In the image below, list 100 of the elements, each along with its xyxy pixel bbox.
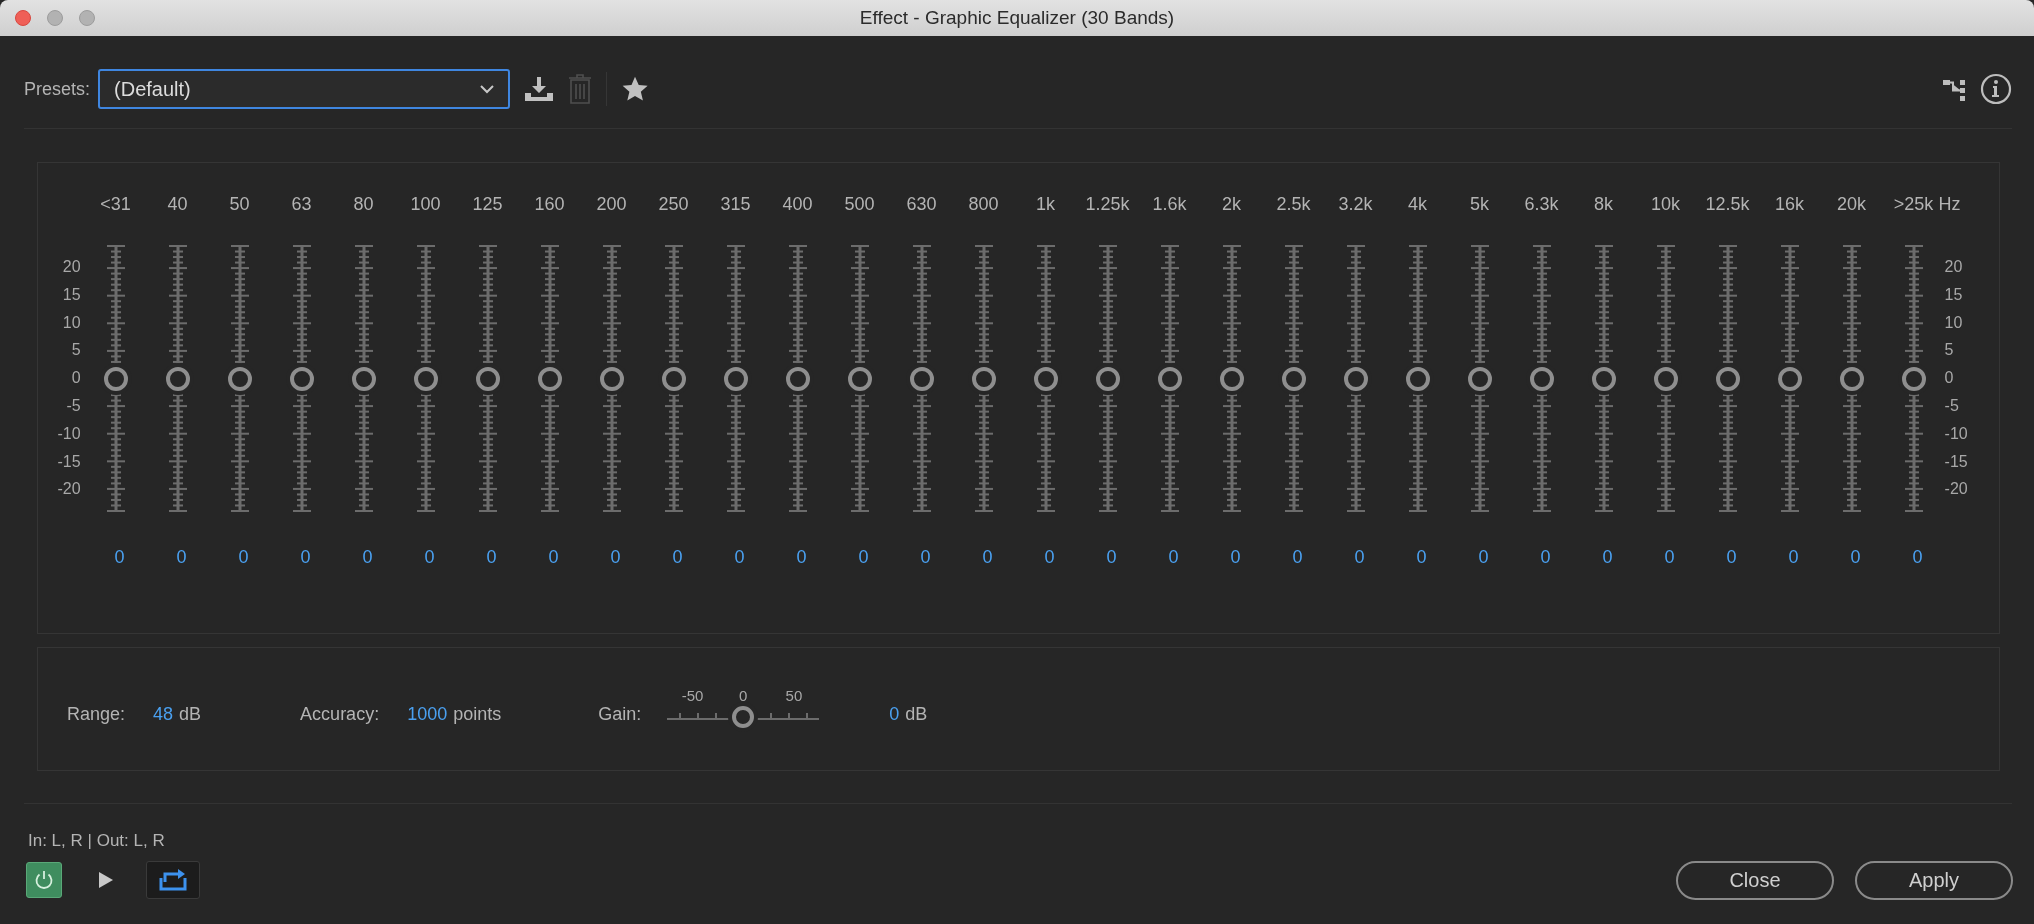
band-value[interactable]: 0	[1638, 545, 1701, 569]
slider-thumb[interactable]	[1033, 366, 1058, 391]
slider-thumb[interactable]	[1405, 366, 1430, 391]
band-value[interactable]: 0	[398, 545, 461, 569]
routing-text: In: L, R | Out: L, R	[28, 830, 166, 852]
slider-thumb[interactable]	[1467, 366, 1492, 391]
band-value[interactable]: 0	[1142, 545, 1205, 569]
band-value[interactable]: 0	[894, 545, 957, 569]
band-value[interactable]: 0	[708, 545, 771, 569]
band-label: 500	[843, 193, 876, 216]
band-value[interactable]: 0	[1514, 545, 1577, 569]
scale-label: -10	[57, 423, 81, 444]
gain-unit: dB	[905, 703, 928, 725]
close-button[interactable]	[15, 10, 31, 26]
slider-thumb[interactable]	[1281, 366, 1306, 391]
accuracy-value[interactable]: 1000	[407, 703, 448, 725]
band-label: 315	[719, 193, 752, 216]
unit-label: Hz	[1938, 193, 1961, 216]
play-button[interactable]	[98, 871, 114, 889]
scale-label: 10	[62, 312, 81, 333]
slider-thumb[interactable]	[289, 366, 314, 391]
band-value[interactable]: 0	[522, 545, 585, 569]
slider-thumb[interactable]	[1343, 366, 1368, 391]
slider-thumb[interactable]	[723, 366, 748, 391]
band-value[interactable]: 0	[1204, 545, 1267, 569]
band-value[interactable]: 0	[1886, 545, 1949, 569]
band-value[interactable]: 0	[1266, 545, 1329, 569]
slider-thumb[interactable]	[971, 366, 996, 391]
scale-label: 0	[71, 368, 81, 389]
slider-thumb[interactable]	[1219, 366, 1244, 391]
scale-label: 0	[1944, 368, 1954, 389]
band-value[interactable]: 0	[1762, 545, 1825, 569]
info-icon[interactable]	[1980, 73, 2012, 105]
band-value[interactable]: 0	[770, 545, 833, 569]
close-button[interactable]: Close	[1676, 860, 1834, 900]
slider-thumb[interactable]	[1157, 366, 1182, 391]
band-value[interactable]: 0	[150, 545, 213, 569]
slider-thumb[interactable]	[351, 366, 376, 391]
slider-thumb[interactable]	[227, 366, 252, 391]
range-label: Range:	[67, 703, 126, 725]
band-value[interactable]: 0	[88, 545, 151, 569]
apply-button[interactable]: Apply	[1855, 860, 2013, 900]
slider-thumb[interactable]	[1839, 366, 1864, 391]
slider-thumb[interactable]	[785, 366, 810, 391]
loop-button[interactable]	[146, 861, 200, 899]
range-value[interactable]: 48	[153, 703, 174, 725]
band-label: 5k	[1469, 193, 1491, 216]
band-value[interactable]: 0	[336, 545, 399, 569]
favorite-button[interactable]	[621, 75, 650, 103]
gain-label: Gain:	[598, 703, 642, 725]
band-value[interactable]: 0	[1390, 545, 1453, 569]
accuracy-unit: points	[453, 703, 502, 725]
slider-thumb[interactable]	[661, 366, 686, 391]
slider-thumb[interactable]	[1777, 366, 1802, 391]
slider-thumb[interactable]	[1095, 366, 1120, 391]
band-value[interactable]: 0	[646, 545, 709, 569]
band-label: 160	[533, 193, 566, 216]
power-button[interactable]	[26, 862, 62, 898]
slider-thumb[interactable]	[847, 366, 872, 391]
slider-thumb[interactable]	[475, 366, 500, 391]
slider-thumb[interactable]	[537, 366, 562, 391]
scale-label: 15	[1944, 284, 1963, 305]
signal-flow-icon[interactable]	[1942, 77, 1966, 101]
band-value[interactable]: 0	[584, 545, 647, 569]
band-value[interactable]: 0	[274, 545, 337, 569]
band-value[interactable]: 0	[1824, 545, 1887, 569]
scale-label: -10	[1944, 423, 1968, 444]
slider-thumb[interactable]	[732, 706, 755, 728]
slider-thumb[interactable]	[165, 366, 190, 391]
band-label: 12.5k	[1704, 193, 1751, 216]
gain-value[interactable]: 0	[889, 703, 900, 725]
scale-label: -5	[66, 396, 81, 416]
band-value[interactable]: 0	[1576, 545, 1639, 569]
band-value[interactable]: 0	[1328, 545, 1391, 569]
band-label: 10k	[1650, 193, 1682, 216]
band-value[interactable]: 0	[460, 545, 523, 569]
slider-thumb[interactable]	[1901, 366, 1926, 391]
slider-thumb[interactable]	[413, 366, 438, 391]
slider-thumb[interactable]	[1715, 366, 1740, 391]
band-value[interactable]: 0	[1080, 545, 1143, 569]
band-label: 800	[967, 193, 1000, 216]
save-preset-button[interactable]	[524, 76, 555, 102]
band-value[interactable]: 0	[212, 545, 275, 569]
scale-label: -20	[57, 479, 81, 500]
slider-thumb[interactable]	[103, 366, 128, 391]
band-value[interactable]: 0	[956, 545, 1019, 569]
slider-thumb[interactable]	[599, 366, 624, 391]
band-value[interactable]: 0	[1452, 545, 1515, 569]
band-value[interactable]: 0	[1700, 545, 1763, 569]
chevron-down-icon	[480, 84, 495, 94]
presets-dropdown[interactable]: (Default)	[98, 69, 511, 109]
band-value[interactable]: 0	[832, 545, 895, 569]
scale-label: -5	[1944, 396, 1959, 416]
slider-thumb[interactable]	[909, 366, 934, 391]
slider-thumb[interactable]	[1529, 366, 1554, 391]
gain-scale-label: 0	[738, 687, 749, 705]
slider-thumb[interactable]	[1653, 366, 1678, 391]
band-label: <31	[99, 193, 132, 216]
slider-thumb[interactable]	[1591, 366, 1616, 391]
band-value[interactable]: 0	[1018, 545, 1081, 569]
